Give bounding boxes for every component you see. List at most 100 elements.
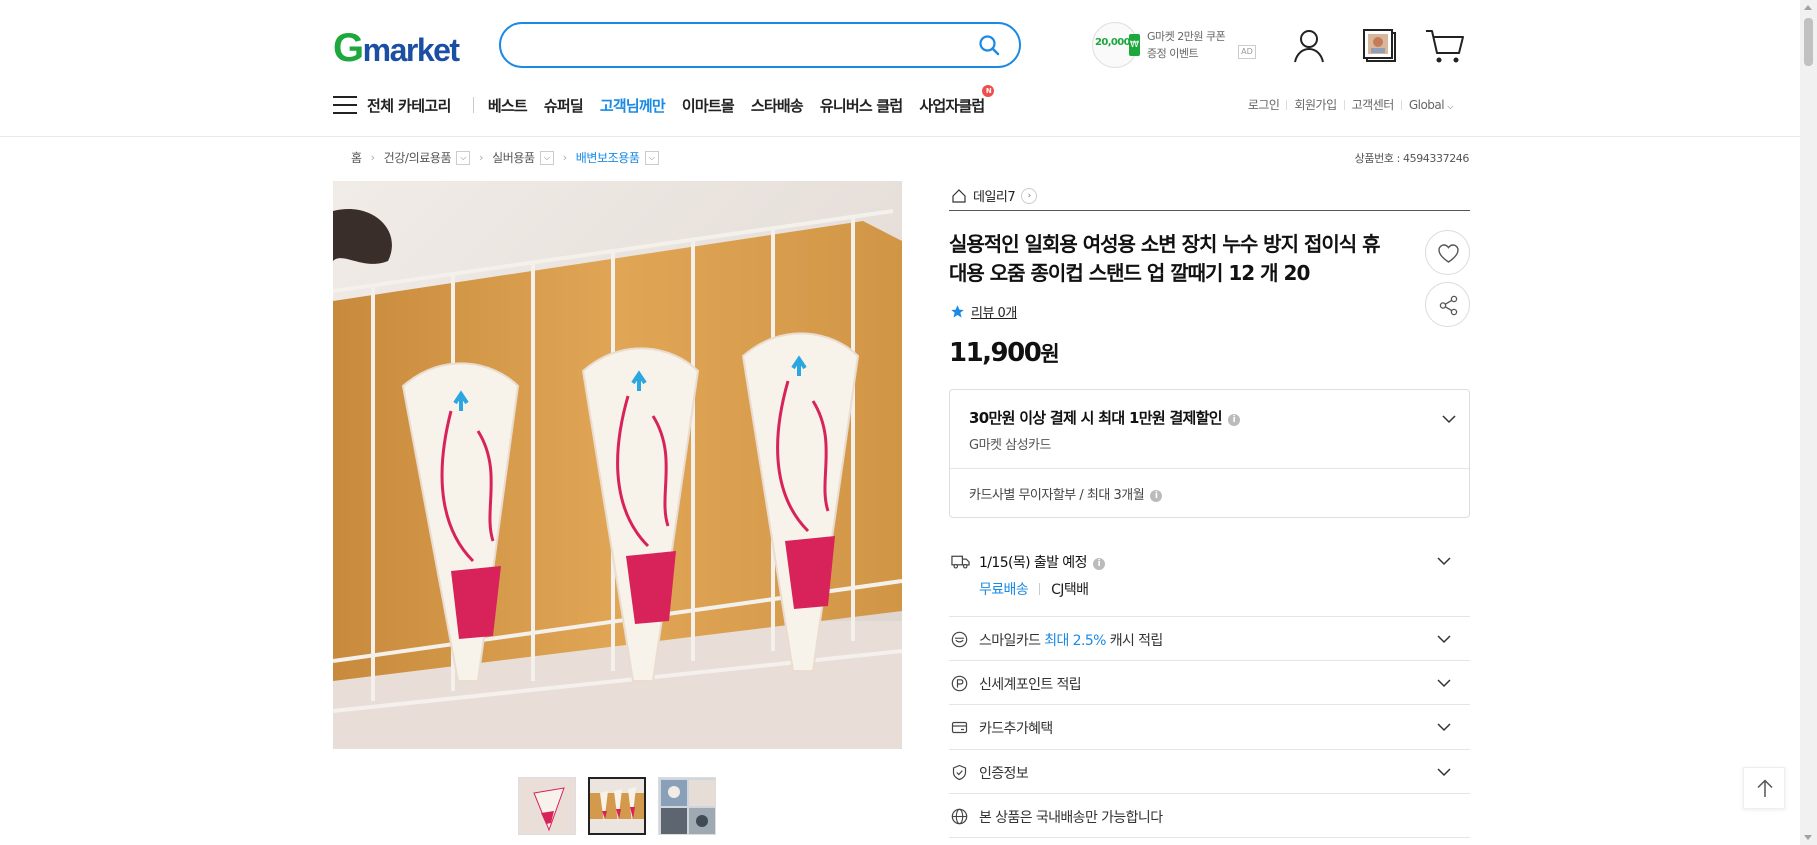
coupon-text: G마켓 2만원 쿠폰 증정 이벤트 xyxy=(1147,28,1226,62)
info-icon[interactable]: i xyxy=(1150,490,1163,502)
smilecard-text: 스마일카드 최대 2.5% 캐시 적립 xyxy=(979,630,1163,650)
card-discount-box[interactable]: 30만원 이상 결제 시 최대 1만원 결제할인 i G마켓 삼성카드 카드사별 … xyxy=(949,389,1470,518)
thumbnail-2[interactable] xyxy=(588,777,646,835)
nav-business-club-label: 사업자클럽 xyxy=(919,96,985,115)
coupon-amount: 20,000 xyxy=(1095,37,1131,48)
courier-label: CJ택배 xyxy=(1051,582,1089,598)
nav-divider xyxy=(472,97,474,113)
dropdown-icon[interactable]: ⌵ xyxy=(644,150,659,165)
shinsegae-text: 신세계포인트 적립 xyxy=(979,677,1082,693)
globe-icon xyxy=(951,808,968,825)
shipping-details: 무료배송 CJ택배 xyxy=(979,579,1089,599)
login-link[interactable]: 로그인 xyxy=(1248,96,1280,113)
chevron-down-icon[interactable] xyxy=(1437,765,1451,779)
coupon-banner[interactable]: 20,000 ₩ G마켓 2만원 쿠폰 증정 이벤트 xyxy=(1092,22,1262,68)
nav-emart-mall[interactable]: 이마트몰 xyxy=(682,95,735,116)
installment-info: 카드사별 무이자할부 / 최대 3개월 i xyxy=(969,484,1163,503)
scrollbar-thumb[interactable] xyxy=(1804,18,1813,66)
chevron-right-icon: › xyxy=(370,151,375,164)
thumbnail-list xyxy=(518,777,716,835)
all-categories-button[interactable]: 전체 카테고리 xyxy=(367,95,451,116)
nav-for-customer[interactable]: 고객님께만 xyxy=(600,95,666,116)
chevron-down-icon[interactable] xyxy=(1441,411,1457,427)
breadcrumb-home[interactable]: 홈 xyxy=(351,149,362,166)
domestic-shipping-text: 본 상품은 국내배송만 가능합니다 xyxy=(979,810,1163,826)
utility-links: 로그인 회원가입 고객센터 Global ⌵ xyxy=(1248,96,1454,113)
card-discount-headline: 30만원 이상 결제 시 최대 1만원 결제할인 i xyxy=(969,407,1240,428)
shipping-date: 1/15(목) 출발 예정 i xyxy=(979,552,1105,572)
global-link[interactable]: Global ⌵ xyxy=(1409,98,1454,112)
gmarket-logo[interactable]: Gmarket xyxy=(333,26,460,71)
product-main-image[interactable] xyxy=(333,181,902,749)
scroll-down-arrow[interactable] xyxy=(1804,835,1812,840)
scroll-to-top-button[interactable] xyxy=(1743,767,1785,809)
installment-text: 카드사별 무이자할부 / 최대 3개월 xyxy=(969,488,1145,503)
chevron-down-icon[interactable] xyxy=(1437,720,1451,734)
truck-icon xyxy=(951,555,970,569)
util-divider xyxy=(1286,99,1288,110)
main-nav: 전체 카테고리 베스트 슈퍼딜 고객님께만 이마트몰 스타배송 유니버스 클럽 … xyxy=(333,84,1001,120)
shield-check-icon xyxy=(952,764,967,781)
nav-business-club[interactable]: 사업자클럽 N xyxy=(919,84,995,116)
signup-link[interactable]: 회원가입 xyxy=(1294,96,1337,113)
nav-universe-club[interactable]: 유니버스 클럽 xyxy=(820,95,903,116)
price-unit: 원 xyxy=(1040,342,1060,366)
thumbnail-3[interactable] xyxy=(658,777,716,835)
chevron-down-icon[interactable] xyxy=(1437,554,1451,568)
cart-icon[interactable] xyxy=(1423,24,1467,68)
scroll-up-arrow[interactable] xyxy=(1804,5,1812,10)
benefit-rows: 1/15(목) 출발 예정 i 무료배송 CJ택배 스마일카드 최대 2.5% 캐… xyxy=(949,536,1470,838)
review-count[interactable]: 리뷰 0개 xyxy=(971,302,1017,321)
breadcrumb-health[interactable]: 건강/의료용품 xyxy=(384,149,452,166)
chevron-right-icon[interactable]: › xyxy=(1021,187,1038,204)
card-extra-text: 카드추가혜택 xyxy=(979,721,1053,737)
seller-bar[interactable]: 데일리7 › xyxy=(949,181,1470,211)
product-cones xyxy=(401,332,860,682)
store-home-icon xyxy=(952,188,966,203)
product-title: 실용적인 일회용 여성용 소변 장치 누수 방지 접이식 휴대용 오줌 종이컵 … xyxy=(949,232,1381,285)
certification-row[interactable]: 인증정보 xyxy=(949,750,1470,794)
menu-icon[interactable] xyxy=(333,95,357,115)
chevron-down-icon[interactable] xyxy=(1437,632,1451,646)
info-icon[interactable]: i xyxy=(1227,414,1240,426)
util-divider xyxy=(1400,99,1402,110)
review-link[interactable]: 리뷰 0개 xyxy=(950,302,1017,321)
dropdown-icon[interactable]: ⌵ xyxy=(539,150,554,165)
share-button[interactable] xyxy=(1425,282,1470,327)
card-extra-benefit-row[interactable]: 카드추가혜택 xyxy=(949,705,1470,750)
search-icon[interactable] xyxy=(977,33,1001,57)
divider xyxy=(950,468,1469,469)
coupon-ticket-icon: ₩ xyxy=(1129,34,1140,56)
user-icon[interactable] xyxy=(1287,24,1331,68)
smilecard-prefix: 스마일카드 xyxy=(979,633,1041,649)
breadcrumb-current[interactable]: 배변보조용품 xyxy=(576,149,640,166)
point-icon xyxy=(951,675,968,692)
search-input[interactable] xyxy=(519,24,979,66)
recent-items-icon[interactable] xyxy=(1358,24,1402,68)
seller-name[interactable]: 데일리7 xyxy=(973,186,1016,205)
product-photo xyxy=(333,181,902,749)
nav-superdeal[interactable]: 슈퍼딜 xyxy=(544,95,584,116)
shinsegae-point-row[interactable]: 신세계포인트 적립 xyxy=(949,661,1470,705)
logo-g: G xyxy=(333,26,364,70)
thumbnail-1[interactable] xyxy=(518,777,576,835)
card-name: G마켓 삼성카드 xyxy=(969,438,1051,453)
dropdown-icon[interactable]: ⌵ xyxy=(456,150,471,165)
wishlist-button[interactable] xyxy=(1425,230,1470,275)
support-link[interactable]: 고객센터 xyxy=(1352,96,1395,113)
new-badge: N xyxy=(982,84,995,97)
coupon-line2: 증정 이벤트 xyxy=(1147,47,1199,60)
breadcrumb-silver[interactable]: 실버용품 xyxy=(492,149,535,166)
divider xyxy=(1039,583,1041,595)
info-icon[interactable]: i xyxy=(1092,558,1105,570)
nav-star-delivery[interactable]: 스타배송 xyxy=(751,95,804,116)
smilecard-row[interactable]: 스마일카드 최대 2.5% 캐시 적립 xyxy=(949,617,1470,661)
arrow-up-icon xyxy=(1757,779,1773,797)
page-scrollbar[interactable] xyxy=(1800,0,1817,845)
star-icon xyxy=(951,305,964,318)
search-box xyxy=(499,22,1021,68)
header: Gmarket 20,000 ₩ G마켓 2만원 쿠폰 증정 이벤트 AD 전체 … xyxy=(0,0,1800,137)
shipping-row[interactable]: 1/15(목) 출발 예정 i 무료배송 CJ택배 xyxy=(949,536,1470,617)
nav-best[interactable]: 베스트 xyxy=(488,95,528,116)
chevron-down-icon[interactable] xyxy=(1437,676,1451,690)
